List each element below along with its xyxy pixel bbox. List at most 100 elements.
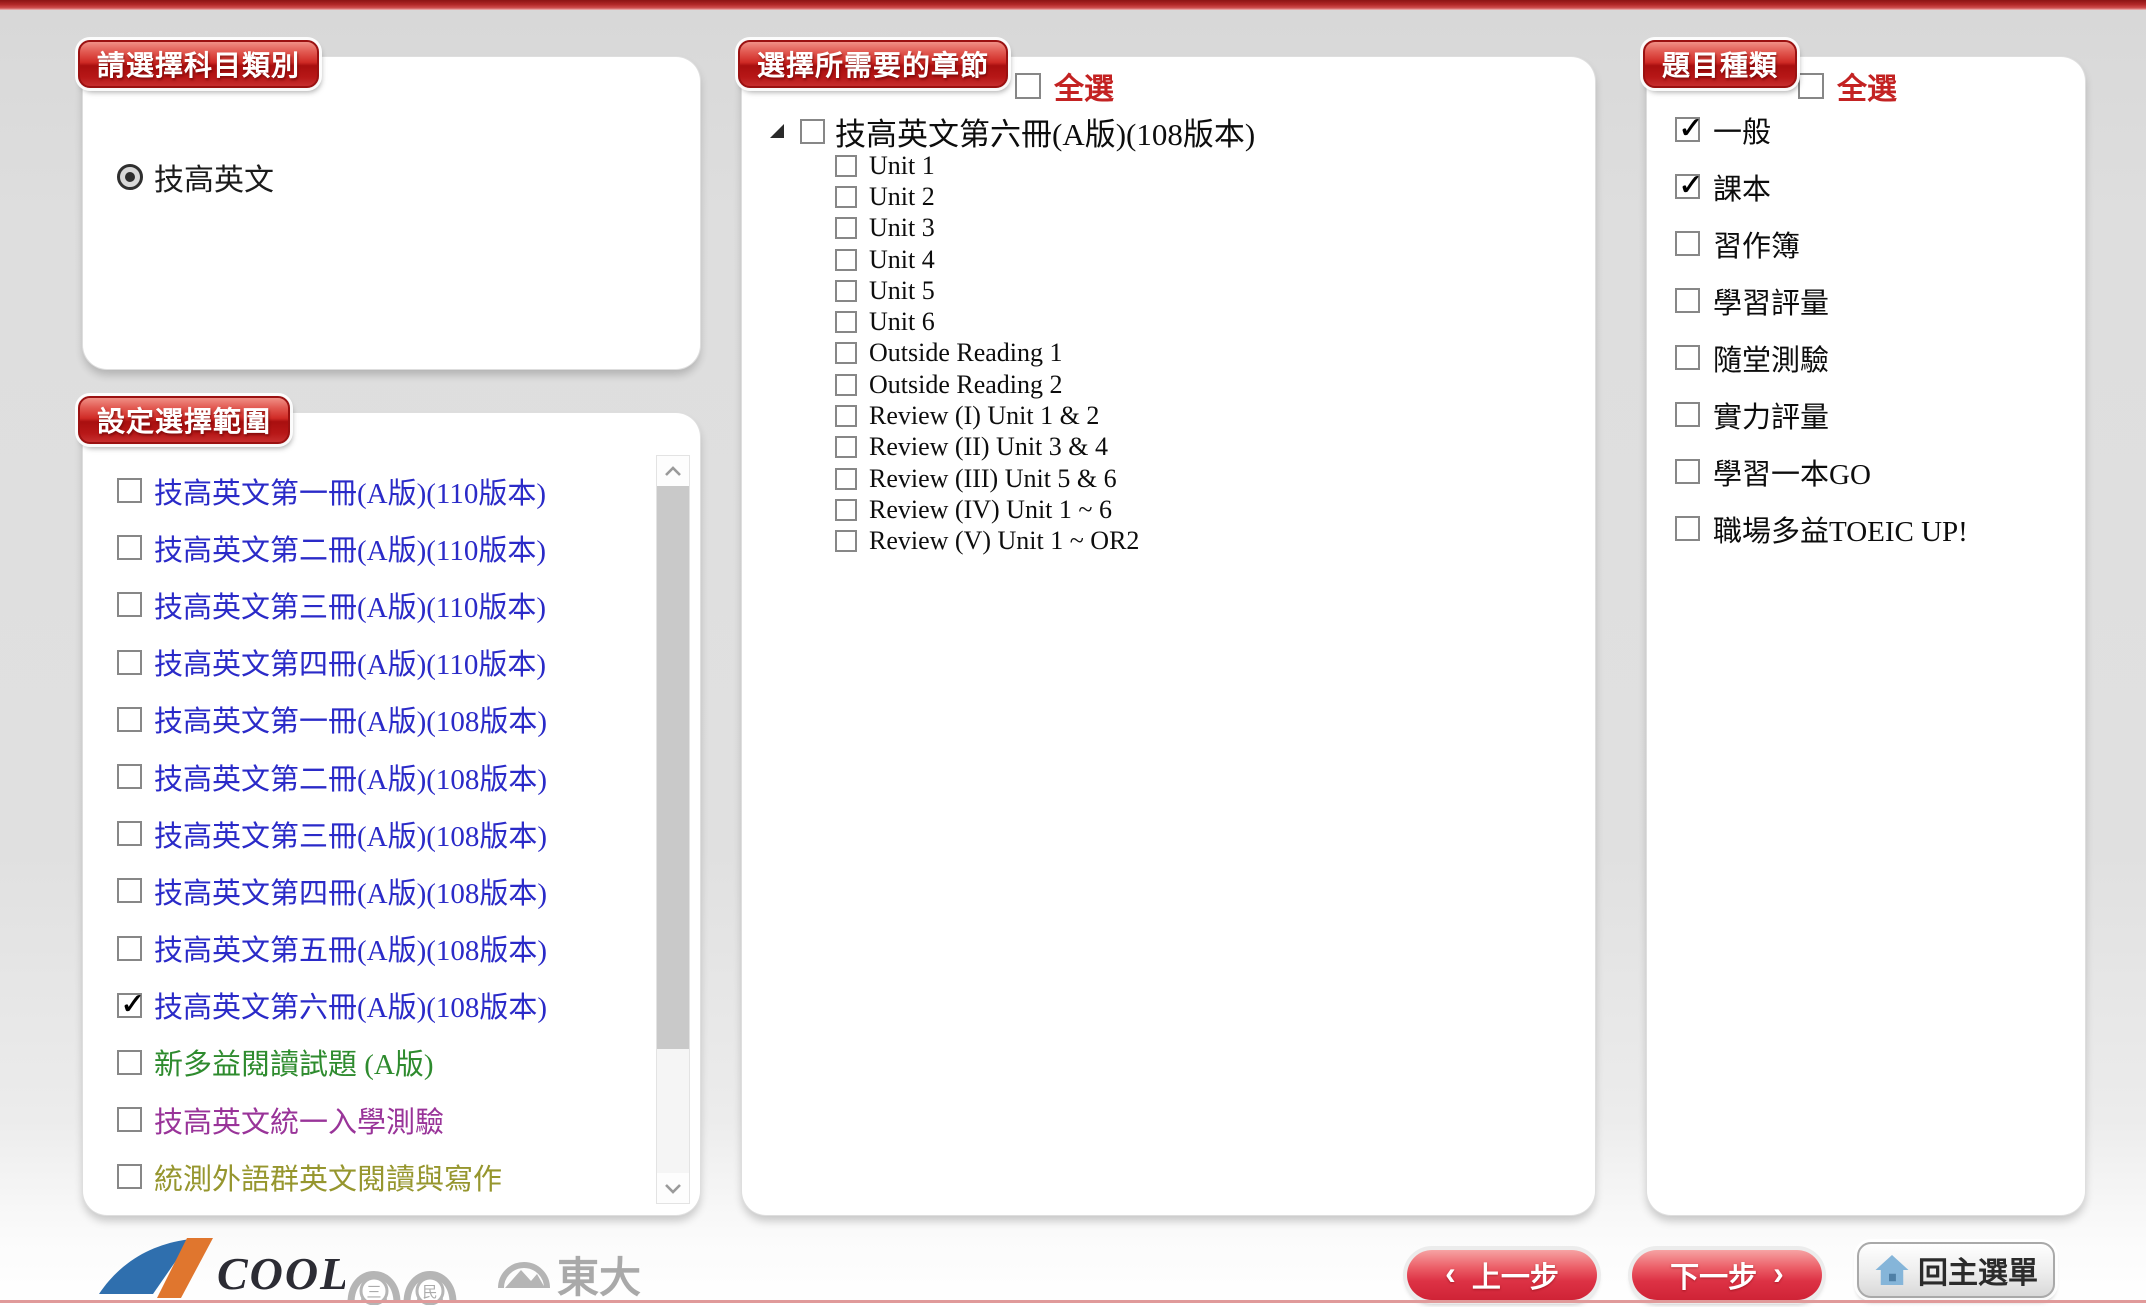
type-item-label[interactable]: 實力評量 [1713,394,1829,436]
chapter-item-label[interactable]: Unit 2 [869,182,935,212]
scope-item-label[interactable]: 技高英文第二冊(A版)(110版本) [154,527,546,569]
type-item-label[interactable]: 一般 [1713,109,1771,151]
chapter-item-label[interactable]: Review (III) Unit 5 & 6 [869,464,1117,494]
scope-item-row[interactable]: 技高英文第一冊(A版)(110版本) [117,462,637,519]
scope-item-row[interactable]: 技高英文第一冊(A版)(108版本) [117,691,637,748]
scope-item-label[interactable]: 技高英文第三冊(A版)(110版本) [154,584,546,626]
chapter-item-row[interactable]: Outside Reading 1 [835,338,1139,369]
type-item-row[interactable]: 職場多益TOEIC UP! [1675,500,1968,557]
chapter-item-checkbox[interactable] [835,405,857,427]
type-item-label[interactable]: 職場多益TOEIC UP! [1713,508,1968,550]
type-item-row[interactable]: 學習評量 [1675,272,1968,329]
chapter-item-row[interactable]: Unit 5 [835,275,1139,306]
type-item-checkbox[interactable] [1675,174,1700,199]
chapter-item-checkbox[interactable] [835,436,857,458]
scope-item-label[interactable]: 技高英文統一入學測驗 [154,1099,444,1141]
chapter-select-all-label[interactable]: 全選 [1054,64,1114,108]
scope-item-row[interactable]: 技高英文第四冊(A版)(108版本) [117,862,637,919]
type-item-label[interactable]: 學習一本GO [1713,451,1871,493]
scope-item-label[interactable]: 技高英文第二冊(A版)(108版本) [154,756,547,798]
chapter-item-checkbox[interactable] [835,468,857,490]
chapter-item-row[interactable]: Review (II) Unit 3 & 4 [835,432,1139,463]
chapter-item-checkbox[interactable] [835,249,857,271]
chapter-root-row[interactable]: 技高英文第六冊(A版)(108版本) [770,113,1255,149]
scope-item-label[interactable]: 新多益閱讀試題 (A版) [154,1041,434,1083]
type-select-all-checkbox[interactable] [1798,73,1824,99]
chapter-item-row[interactable]: Unit 1 [835,150,1139,181]
home-button[interactable]: 回主選單 [1857,1242,2055,1298]
type-item-row[interactable]: 一般 [1675,101,1968,158]
type-item-row[interactable]: 實力評量 [1675,386,1968,443]
type-item-label[interactable]: 習作簿 [1713,223,1800,265]
scope-item-checkbox[interactable] [117,1164,142,1189]
chapter-item-checkbox[interactable] [835,374,857,396]
scope-item-label[interactable]: 技高英文第一冊(A版)(108版本) [154,698,547,740]
scope-item-row[interactable]: 統測外語群英文閱讀與寫作 [117,1148,637,1205]
scope-scrollbar[interactable] [656,455,690,1204]
chapter-item-row[interactable]: Review (IV) Unit 1 ~ 6 [835,494,1139,525]
prev-button[interactable]: ‹ 上一步 [1407,1250,1597,1300]
chapter-item-row[interactable]: Unit 3 [835,213,1139,244]
scope-item-checkbox[interactable] [117,650,142,675]
chapter-item-label[interactable]: Unit 4 [869,245,935,275]
scope-item-label[interactable]: 統測外語群英文閱讀與寫作 [154,1156,502,1198]
scope-item-checkbox[interactable] [117,592,142,617]
subject-option-row[interactable]: 技高英文 [117,155,274,199]
chapter-item-label[interactable]: Unit 5 [869,276,935,306]
scope-item-checkbox[interactable] [117,535,142,560]
type-item-row[interactable]: 課本 [1675,158,1968,215]
chapter-item-row[interactable]: Review (III) Unit 5 & 6 [835,463,1139,494]
chapter-item-label[interactable]: Unit 1 [869,151,935,181]
chapter-root-label[interactable]: 技高英文第六冊(A版)(108版本) [835,109,1255,154]
type-item-row[interactable]: 學習一本GO [1675,443,1968,500]
scope-item-checkbox[interactable] [117,764,142,789]
scope-item-row[interactable]: 技高英文第四冊(A版)(110版本) [117,634,637,691]
chapter-item-label[interactable]: Review (IV) Unit 1 ~ 6 [869,495,1112,525]
scope-item-row[interactable]: 技高英文統一入學測驗 [117,1091,637,1148]
scope-item-checkbox[interactable] [117,1050,142,1075]
scope-item-row[interactable]: 技高英文第三冊(A版)(108版本) [117,805,637,862]
tree-expander-icon[interactable] [770,123,786,139]
type-item-checkbox[interactable] [1675,288,1700,313]
chapter-item-checkbox[interactable] [835,217,857,239]
type-item-label[interactable]: 隨堂測驗 [1713,337,1829,379]
type-item-checkbox[interactable] [1675,402,1700,427]
subject-radio[interactable] [117,164,143,190]
scope-item-label[interactable]: 技高英文第五冊(A版)(108版本) [154,927,547,969]
type-item-row[interactable]: 習作簿 [1675,215,1968,272]
scope-item-row[interactable]: 技高英文第六冊(A版)(108版本) [117,977,637,1034]
scope-item-checkbox[interactable] [117,878,142,903]
chapter-item-checkbox[interactable] [835,155,857,177]
scope-item-label[interactable]: 技高英文第四冊(A版)(108版本) [154,870,547,912]
type-item-checkbox[interactable] [1675,345,1700,370]
chapter-item-row[interactable]: Review (I) Unit 1 & 2 [835,400,1139,431]
chapter-item-checkbox[interactable] [835,186,857,208]
chapter-item-checkbox[interactable] [835,530,857,552]
scope-item-row[interactable]: 新多益閱讀試題 (A版) [117,1034,637,1091]
scrollbar-thumb[interactable] [657,486,689,1049]
scope-item-row[interactable]: 技高英文第二冊(A版)(110版本) [117,519,637,576]
scope-item-row[interactable]: 技高英文第三冊(A版)(110版本) [117,576,637,633]
chapter-item-label[interactable]: Outside Reading 1 [869,338,1063,368]
chapter-item-row[interactable]: Unit 4 [835,244,1139,275]
chapter-item-checkbox[interactable] [835,499,857,521]
chapter-item-checkbox[interactable] [835,342,857,364]
type-item-label[interactable]: 學習評量 [1713,280,1829,322]
chapter-item-checkbox[interactable] [835,280,857,302]
chapter-item-row[interactable]: Unit 2 [835,181,1139,212]
type-item-row[interactable]: 隨堂測驗 [1675,329,1968,386]
type-item-checkbox[interactable] [1675,516,1700,541]
scope-item-checkbox[interactable] [117,478,142,503]
scope-item-checkbox[interactable] [117,936,142,961]
chapter-item-label[interactable]: Outside Reading 2 [869,370,1063,400]
next-button[interactable]: 下一步 › [1632,1250,1822,1300]
chapter-item-label[interactable]: Unit 6 [869,307,935,337]
scope-item-label[interactable]: 技高英文第六冊(A版)(108版本) [154,984,547,1026]
chapter-item-row[interactable]: Unit 6 [835,306,1139,337]
chapter-select-all-row[interactable]: 全選 [1015,64,1114,108]
scope-item-checkbox[interactable] [117,821,142,846]
scope-item-row[interactable]: 技高英文第五冊(A版)(108版本) [117,920,637,977]
scope-item-row[interactable]: 技高英文第二冊(A版)(108版本) [117,748,637,805]
chapter-item-label[interactable]: Review (II) Unit 3 & 4 [869,432,1108,462]
scope-item-checkbox[interactable] [117,707,142,732]
